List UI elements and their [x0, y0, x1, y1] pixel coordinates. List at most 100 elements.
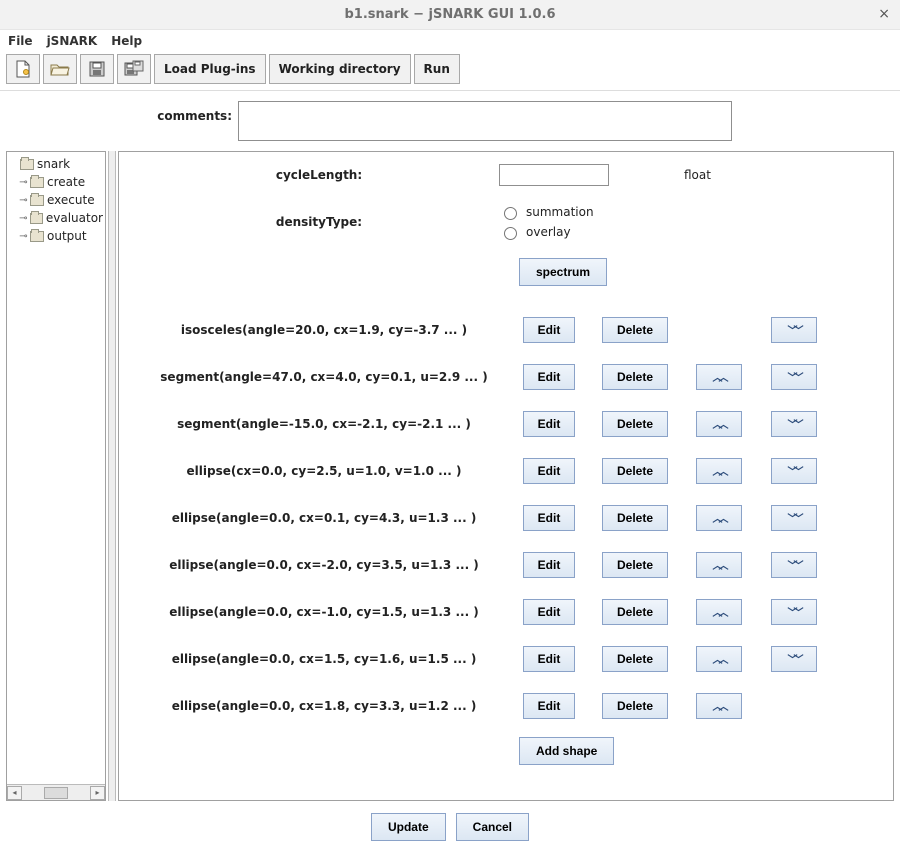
tree-item-label: output — [47, 229, 87, 243]
edit-button[interactable]: Edit — [523, 552, 576, 578]
shape-label: ellipse(angle=0.0, cx=1.8, cy=3.3, u=1.2… — [139, 699, 509, 713]
delete-button[interactable]: Delete — [602, 317, 668, 343]
tree-root[interactable]: snark — [9, 155, 103, 173]
folder-icon — [30, 231, 44, 242]
densitytype-row: densityType: summation overlay — [139, 204, 873, 240]
scroll-right-icon[interactable]: ▸ — [90, 786, 105, 800]
densitytype-summation[interactable]: summation — [499, 204, 664, 220]
move-down-button[interactable]: ﹀﹀ — [771, 646, 817, 672]
edit-button[interactable]: Edit — [523, 411, 576, 437]
move-up-button[interactable]: ︿︿ — [696, 364, 742, 390]
spectrum-button[interactable]: spectrum — [519, 258, 607, 286]
tree-handle-icon[interactable]: ⊸ — [19, 177, 28, 188]
split-divider[interactable] — [108, 151, 116, 801]
folder-icon — [30, 213, 43, 224]
update-button[interactable]: Update — [371, 813, 446, 841]
shape-row: segment(angle=47.0, cx=4.0, cy=0.1, u=2.… — [139, 353, 873, 400]
chevron-up-icon: ︿︿ — [713, 463, 725, 478]
shape-row: ellipse(cx=0.0, cy=2.5, u=1.0, v=1.0 ...… — [139, 447, 873, 494]
toolbar: Load Plug-ins Working directory Run — [0, 50, 900, 91]
move-up-button[interactable]: ︿︿ — [696, 552, 742, 578]
edit-button[interactable]: Edit — [523, 364, 576, 390]
scroll-left-icon[interactable]: ◂ — [7, 786, 22, 800]
menu-jsnark[interactable]: jSNARK — [47, 34, 98, 48]
shape-row: ellipse(angle=0.0, cx=-1.0, cy=1.5, u=1.… — [139, 588, 873, 635]
shape-row: isosceles(angle=20.0, cx=1.9, cy=-3.7 ..… — [139, 306, 873, 353]
edit-button[interactable]: Edit — [523, 505, 576, 531]
move-down-button[interactable]: ﹀﹀ — [771, 317, 817, 343]
cyclelength-label: cycleLength: — [139, 168, 499, 182]
shape-label: isosceles(angle=20.0, cx=1.9, cy=-3.7 ..… — [139, 323, 509, 337]
move-up-button[interactable]: ︿︿ — [696, 599, 742, 625]
shape-row: segment(angle=-15.0, cx=-2.1, cy=-2.1 ..… — [139, 400, 873, 447]
chevron-down-icon: ﹀﹀ — [788, 416, 800, 431]
chevron-up-icon: ︿︿ — [713, 416, 725, 431]
radio-summation[interactable] — [504, 207, 517, 220]
edit-button[interactable]: Edit — [523, 599, 576, 625]
densitytype-label: densityType: — [139, 215, 499, 229]
delete-button[interactable]: Delete — [602, 411, 668, 437]
delete-button[interactable]: Delete — [602, 458, 668, 484]
move-down-button[interactable]: ﹀﹀ — [771, 552, 817, 578]
tree-handle-icon[interactable]: ⊸ — [19, 195, 28, 206]
delete-button[interactable]: Delete — [602, 364, 668, 390]
tree-item-label: create — [47, 175, 85, 189]
tree-item-create[interactable]: ⊸ create — [9, 173, 103, 191]
close-icon[interactable]: × — [878, 6, 890, 22]
save-as-icon[interactable] — [117, 54, 151, 84]
add-shape-button[interactable]: Add shape — [519, 737, 614, 765]
scroll-thumb[interactable] — [44, 787, 68, 799]
main-panel: cycleLength: float densityType: summatio… — [118, 151, 894, 801]
chevron-up-icon: ︿︿ — [713, 698, 725, 713]
edit-button[interactable]: Edit — [523, 317, 576, 343]
comments-input[interactable] — [238, 101, 732, 141]
move-up-button[interactable]: ︿︿ — [696, 693, 742, 719]
footer: Update Cancel — [0, 801, 900, 853]
move-down-button[interactable]: ﹀﹀ — [771, 364, 817, 390]
delete-button[interactable]: Delete — [602, 505, 668, 531]
tree-item-evaluator[interactable]: ⊸evaluator — [9, 209, 103, 227]
shape-label: ellipse(angle=0.0, cx=-2.0, cy=3.5, u=1.… — [139, 558, 509, 572]
edit-button[interactable]: Edit — [523, 458, 576, 484]
cyclelength-input[interactable] — [499, 164, 609, 186]
tree-handle-icon[interactable]: ⊸ — [19, 231, 28, 242]
tree-scrollbar[interactable]: ◂ ▸ — [7, 784, 105, 800]
delete-button[interactable]: Delete — [602, 693, 668, 719]
move-up-button[interactable]: ︿︿ — [696, 505, 742, 531]
cancel-button[interactable]: Cancel — [456, 813, 529, 841]
working-directory-button[interactable]: Working directory — [269, 54, 411, 84]
chevron-up-icon: ︿︿ — [713, 510, 725, 525]
move-up-button[interactable]: ︿︿ — [696, 646, 742, 672]
shape-label: segment(angle=47.0, cx=4.0, cy=0.1, u=2.… — [139, 370, 509, 384]
radio-overlay[interactable] — [504, 227, 517, 240]
move-down-button[interactable]: ﹀﹀ — [771, 411, 817, 437]
edit-button[interactable]: Edit — [523, 693, 576, 719]
comments-label: comments: — [0, 101, 238, 123]
delete-button[interactable]: Delete — [602, 646, 668, 672]
move-up-button[interactable]: ︿︿ — [696, 411, 742, 437]
chevron-up-icon: ︿︿ — [713, 557, 725, 572]
new-file-icon[interactable] — [6, 54, 40, 84]
open-folder-icon[interactable] — [43, 54, 77, 84]
edit-button[interactable]: Edit — [523, 646, 576, 672]
load-plugins-button[interactable]: Load Plug-ins — [154, 54, 266, 84]
split-pane: snark ⊸create⊸execute⊸evaluator⊸output ◂… — [0, 151, 900, 801]
tree-item-output[interactable]: ⊸ output — [9, 227, 103, 245]
move-down-button[interactable]: ﹀﹀ — [771, 599, 817, 625]
move-up-button[interactable]: ︿︿ — [696, 458, 742, 484]
delete-button[interactable]: Delete — [602, 599, 668, 625]
tree-item-execute[interactable]: ⊸execute — [9, 191, 103, 209]
tree-handle-icon[interactable]: ⊸ — [19, 213, 28, 224]
chevron-down-icon: ﹀﹀ — [788, 322, 800, 337]
menu-help[interactable]: Help — [111, 34, 142, 48]
cyclelength-type: float — [664, 168, 711, 182]
move-down-button[interactable]: ﹀﹀ — [771, 458, 817, 484]
menu-file[interactable]: File — [8, 34, 33, 48]
chevron-down-icon: ﹀﹀ — [788, 510, 800, 525]
save-icon[interactable] — [80, 54, 114, 84]
move-down-button[interactable]: ﹀﹀ — [771, 505, 817, 531]
densitytype-overlay[interactable]: overlay — [499, 224, 664, 240]
run-button[interactable]: Run — [414, 54, 460, 84]
delete-button[interactable]: Delete — [602, 552, 668, 578]
shape-row: ellipse(angle=0.0, cx=-2.0, cy=3.5, u=1.… — [139, 541, 873, 588]
